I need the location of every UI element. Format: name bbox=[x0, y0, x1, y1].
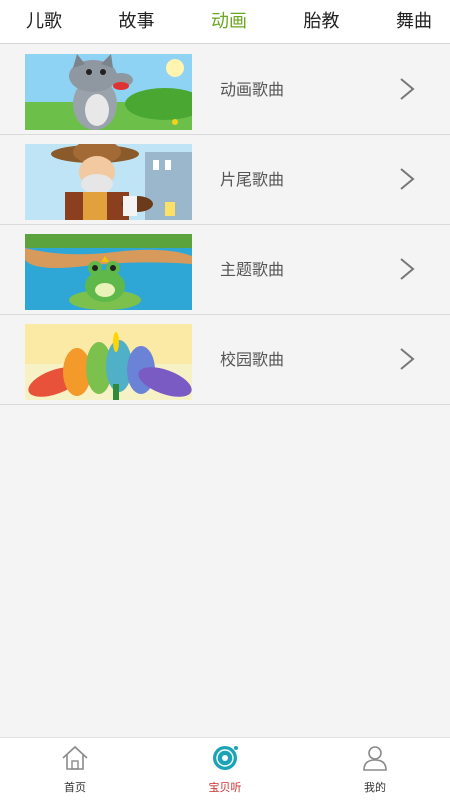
list-item-animation-songs[interactable]: 动画歌曲 bbox=[0, 45, 450, 135]
cartoon-wolf-image bbox=[25, 54, 192, 130]
chevron-right-icon bbox=[400, 78, 415, 100]
category-tab-bar: 儿歌 故事 动画 胎教 舞曲 bbox=[0, 0, 450, 44]
nav-baby-listen[interactable]: 宝贝听 bbox=[150, 738, 300, 800]
tab-dance[interactable]: 舞曲 bbox=[396, 0, 432, 44]
list-item-label: 主题歌曲 bbox=[220, 260, 285, 279]
tab-animation[interactable]: 动画 bbox=[211, 0, 247, 44]
nav-baby-listen-label: 宝贝听 bbox=[208, 781, 242, 794]
tab-children-songs[interactable]: 儿歌 bbox=[26, 0, 62, 44]
list-item-label: 校园歌曲 bbox=[220, 350, 285, 369]
bottom-nav-bar: 首页 宝贝听 我的 bbox=[0, 737, 450, 800]
tab-stories[interactable]: 故事 bbox=[119, 0, 155, 44]
chevron-right-icon bbox=[400, 348, 415, 370]
nav-home-label: 首页 bbox=[64, 781, 86, 794]
tab-prenatal[interactable]: 胎教 bbox=[304, 0, 340, 44]
nav-mine-label: 我的 bbox=[364, 781, 386, 794]
list-item-ending-songs[interactable]: 片尾歌曲 bbox=[0, 135, 450, 225]
chevron-right-icon bbox=[400, 258, 415, 280]
chevron-right-icon bbox=[400, 168, 415, 190]
list-item-campus-songs[interactable]: 校园歌曲 bbox=[0, 315, 450, 405]
home-icon bbox=[62, 745, 88, 770]
song-category-list: 动画歌曲 片尾歌曲 主题歌曲 校园歌曲 bbox=[0, 45, 450, 405]
list-item-label: 片尾歌曲 bbox=[220, 170, 285, 189]
nav-mine[interactable]: 我的 bbox=[300, 738, 450, 800]
cartoon-flower-image bbox=[25, 324, 192, 400]
music-disc-icon bbox=[213, 746, 238, 770]
list-item-theme-songs[interactable]: 主题歌曲 bbox=[0, 225, 450, 315]
user-icon bbox=[363, 746, 387, 771]
cartoon-frog-image bbox=[25, 234, 192, 310]
nav-home[interactable]: 首页 bbox=[0, 738, 150, 800]
cartoon-farmer-image bbox=[25, 144, 192, 220]
list-item-label: 动画歌曲 bbox=[220, 80, 285, 99]
